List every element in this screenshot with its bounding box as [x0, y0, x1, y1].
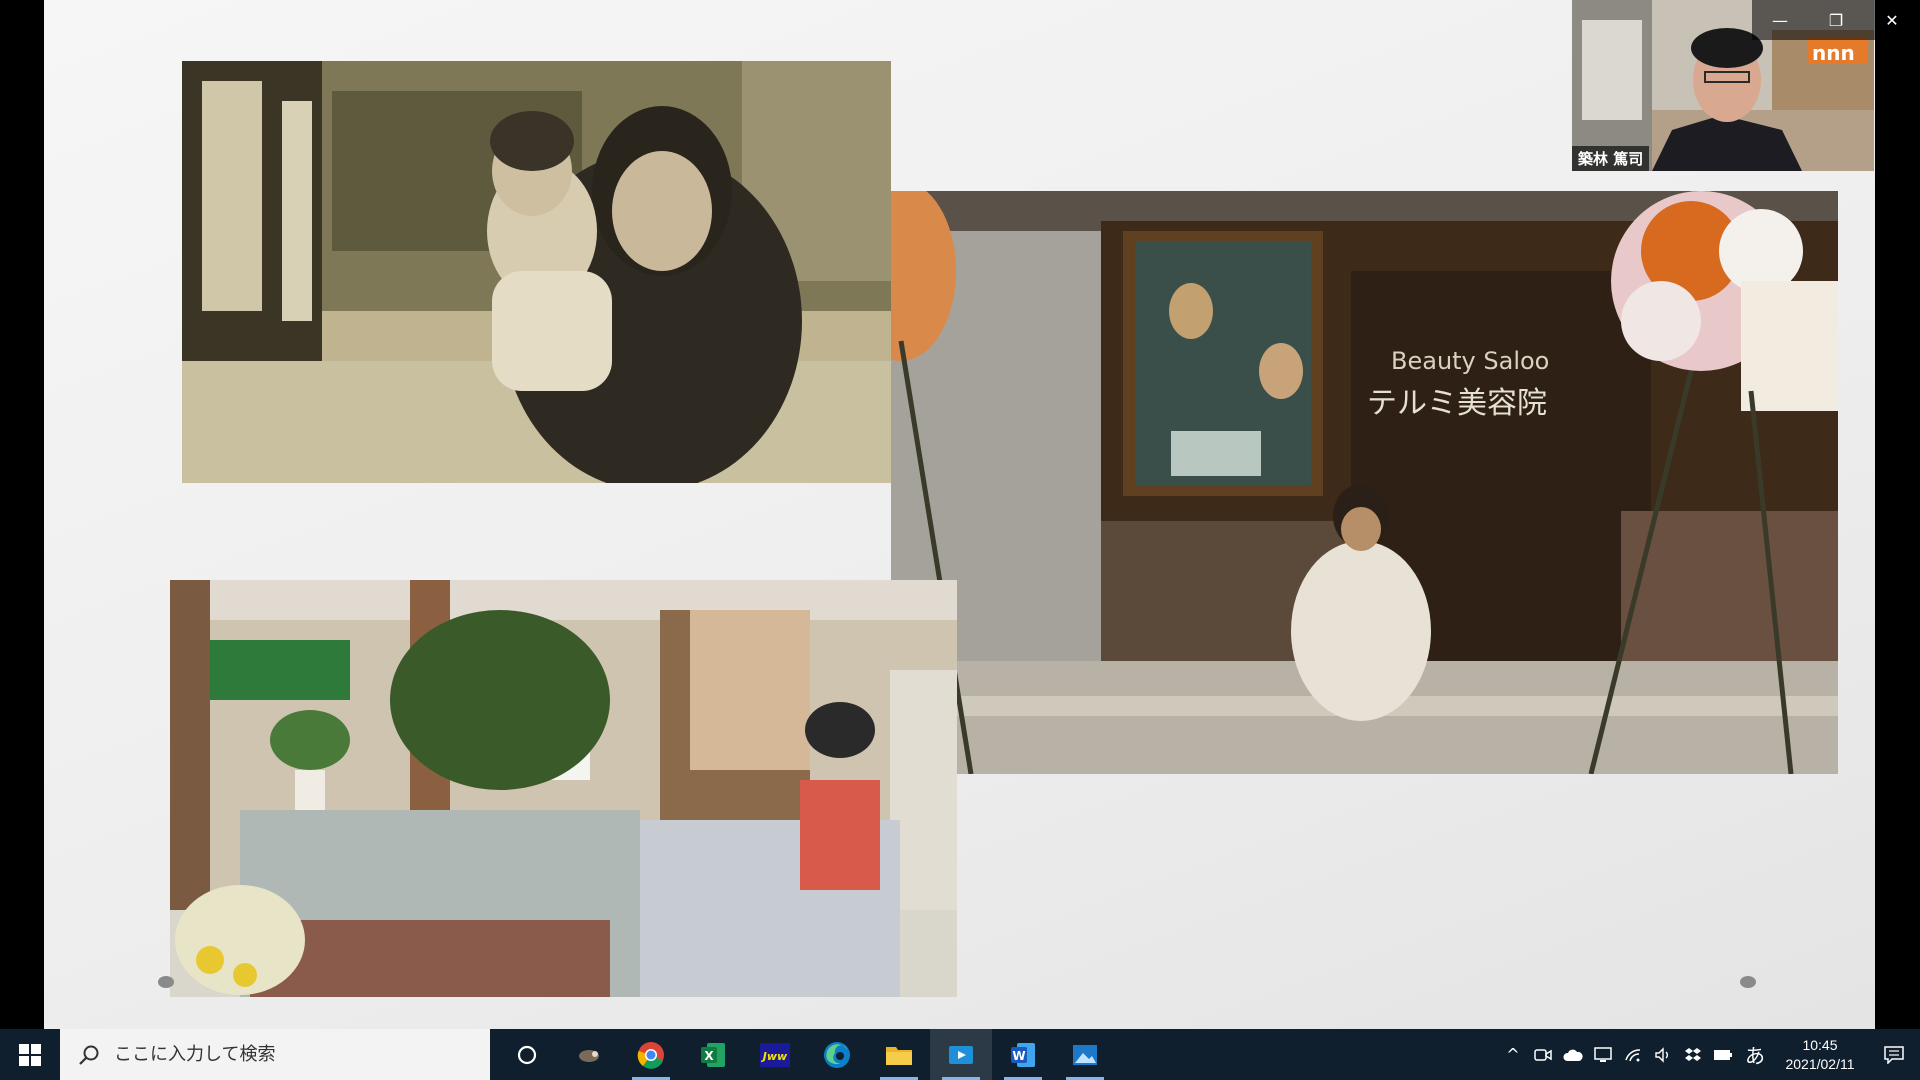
- slide-navigation-dot-right[interactable]: [1740, 976, 1756, 988]
- window-controls: — ❐ ✕: [1752, 0, 1920, 40]
- notification-icon: [1884, 1045, 1904, 1064]
- edge-icon: [824, 1041, 850, 1068]
- meet-now-icon[interactable]: [1528, 1029, 1558, 1080]
- chrome-icon: [637, 1041, 664, 1069]
- clock-date: 2021/02/11: [1785, 1055, 1855, 1072]
- salon-sign-japanese: テルミ美容院: [1367, 386, 1547, 421]
- windows-taskbar: X Jww: [0, 1029, 1920, 1080]
- folder-icon: [886, 1046, 912, 1065]
- app-icon: [579, 1049, 599, 1062]
- security-monitor-icon[interactable]: [1588, 1029, 1618, 1080]
- taskbar-app-excel[interactable]: X: [682, 1029, 744, 1080]
- restore-icon[interactable]: ❐: [1808, 0, 1864, 40]
- clock-time: 10:45: [1802, 1036, 1838, 1053]
- jww-text: Jww: [761, 1050, 788, 1063]
- participant-name-tag: 築林 篤司: [1572, 146, 1650, 171]
- notification-center-button[interactable]: [1868, 1029, 1920, 1080]
- background-logo-text: nnn: [1812, 41, 1855, 65]
- sepia-photo-image: [182, 61, 891, 483]
- battery-icon[interactable]: [1708, 1029, 1738, 1080]
- taskbar-search-box[interactable]: [60, 1029, 490, 1080]
- photo-mother-and-child: [182, 61, 891, 483]
- salon-sign-english: Beauty Saloo: [1391, 347, 1549, 375]
- taskbar-app-edge[interactable]: [806, 1029, 868, 1080]
- taskbar-app-file-explorer[interactable]: [868, 1029, 930, 1080]
- photo-beauty-salon-storefront: Beauty Saloo テルミ美容院: [891, 191, 1838, 774]
- cortana-button[interactable]: [496, 1029, 558, 1080]
- slide-navigation-dot-left[interactable]: [158, 976, 174, 988]
- onedrive-cloud-icon[interactable]: [1558, 1029, 1588, 1080]
- minimize-icon[interactable]: —: [1752, 0, 1808, 40]
- jww-icon: Jww: [760, 1042, 790, 1067]
- wifi-icon[interactable]: [1618, 1029, 1648, 1080]
- taskbar-apps: X Jww W: [496, 1029, 1116, 1080]
- search-input[interactable]: [112, 1043, 476, 1066]
- windows-logo-icon: [19, 1043, 41, 1066]
- video-app-icon: [949, 1045, 973, 1064]
- taskbar-app-taskview[interactable]: [558, 1029, 620, 1080]
- search-icon: [79, 1045, 99, 1065]
- interior-photo-image: [170, 580, 957, 997]
- excel-icon: X: [701, 1042, 725, 1067]
- taskbar-clock[interactable]: 10:45 2021/02/11: [1772, 1036, 1868, 1074]
- taskbar-app-chrome[interactable]: [620, 1029, 682, 1080]
- word-letter: W: [1012, 1049, 1025, 1063]
- taskbar-app-photos[interactable]: [1054, 1029, 1116, 1080]
- storefront-photo-image: Beauty Saloo テルミ美容院: [891, 191, 1838, 774]
- taskbar-app-video[interactable]: [930, 1029, 992, 1080]
- taskbar-app-word[interactable]: W: [992, 1029, 1054, 1080]
- start-button[interactable]: [0, 1029, 60, 1080]
- word-icon: W: [1011, 1042, 1035, 1067]
- photo-salon-interior: [170, 580, 957, 997]
- system-tray: ^ あ 10:45 2021/02/11: [1498, 1029, 1920, 1080]
- volume-icon[interactable]: [1648, 1029, 1678, 1080]
- taskbar-app-jww[interactable]: Jww: [744, 1029, 806, 1080]
- cortana-ring-icon: [517, 1045, 537, 1064]
- photos-icon: [1073, 1044, 1097, 1065]
- close-icon[interactable]: ✕: [1864, 0, 1920, 40]
- tray-chevron-icon[interactable]: ^: [1498, 1029, 1528, 1080]
- ime-mode-indicator[interactable]: あ: [1738, 1029, 1772, 1080]
- dropbox-icon[interactable]: [1678, 1029, 1708, 1080]
- excel-letter: X: [704, 1049, 714, 1063]
